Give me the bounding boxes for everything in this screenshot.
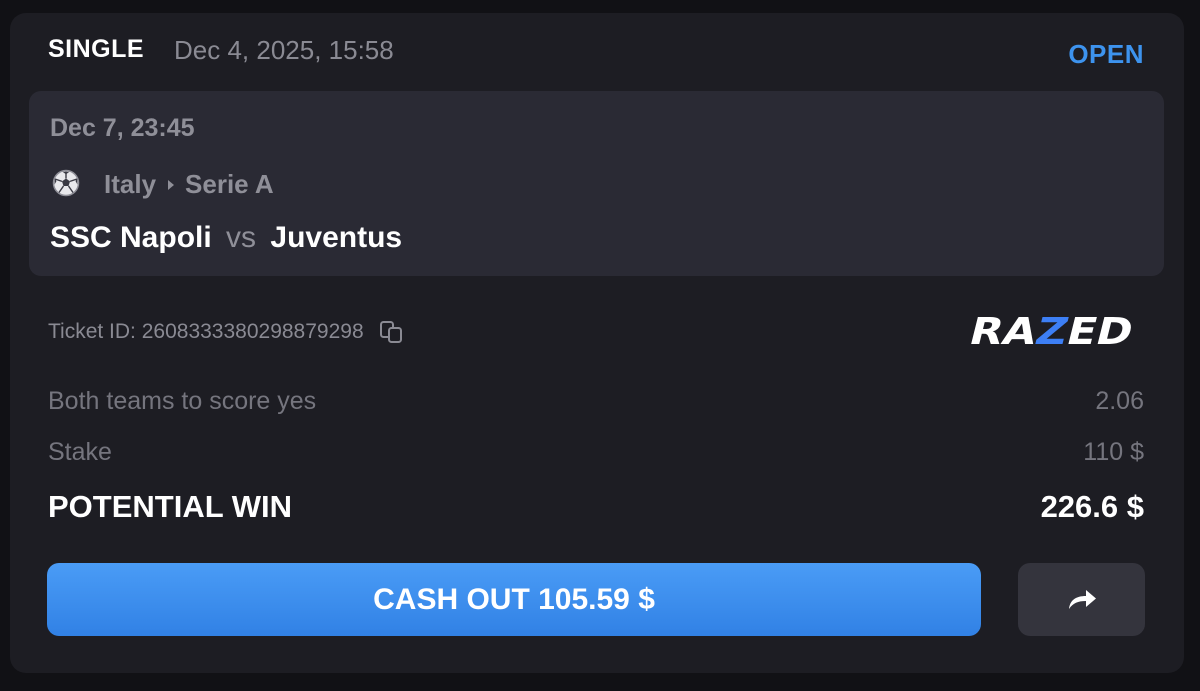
bet-ticket-card: SINGLE Dec 4, 2025, 15:58 OPEN Dec 7, 23… bbox=[10, 13, 1184, 673]
league-label: Serie A bbox=[185, 169, 274, 199]
bet-type: SINGLE bbox=[48, 35, 145, 63]
potential-win-row: POTENTIAL WIN 226.6 $ bbox=[48, 489, 1144, 525]
potential-win-label: POTENTIAL WIN bbox=[48, 489, 292, 524]
selection-label: Both teams to score yes bbox=[48, 387, 317, 415]
league-breadcrumb[interactable]: Italy Serie A bbox=[104, 169, 274, 200]
odds-value: 2.06 bbox=[1095, 387, 1144, 415]
match-title: SSC Napoli vs Juventus bbox=[50, 221, 402, 255]
event-date: Dec 7, 23:45 bbox=[50, 114, 195, 142]
share-button[interactable] bbox=[1018, 563, 1145, 636]
soccer-ball-icon bbox=[52, 169, 80, 197]
potential-win-value: 226.6 $ bbox=[1040, 489, 1144, 524]
cash-out-button[interactable]: CASH OUT 105.59 $ bbox=[47, 563, 981, 636]
logo-text: RAZED bbox=[965, 310, 1138, 353]
share-arrow-icon bbox=[1068, 589, 1096, 609]
chevron-right-icon bbox=[168, 179, 175, 190]
placed-date: Dec 4, 2025, 15:58 bbox=[174, 35, 394, 65]
away-team: Juventus bbox=[270, 221, 403, 254]
stake-value: 110 $ bbox=[1083, 438, 1144, 466]
stake-label: Stake bbox=[48, 438, 112, 466]
status-badge: OPEN bbox=[1068, 39, 1144, 69]
selection-row: Both teams to score yes 2.06 bbox=[48, 387, 1144, 416]
home-team: SSC Napoli bbox=[50, 221, 212, 254]
event-panel[interactable]: Dec 7, 23:45 Italy Serie A SSC Napoli vs… bbox=[29, 91, 1164, 276]
copy-icon[interactable] bbox=[378, 319, 404, 345]
country-label: Italy bbox=[104, 169, 157, 199]
ticket-id-text: Ticket ID: 2608333380298879298 bbox=[48, 320, 364, 343]
ticket-id-row: Ticket ID: 2608333380298879298 bbox=[48, 319, 404, 345]
razed-logo: RAZED bbox=[965, 310, 1138, 353]
vs-label: vs bbox=[226, 221, 257, 254]
stake-row: Stake 110 $ bbox=[48, 438, 1144, 467]
